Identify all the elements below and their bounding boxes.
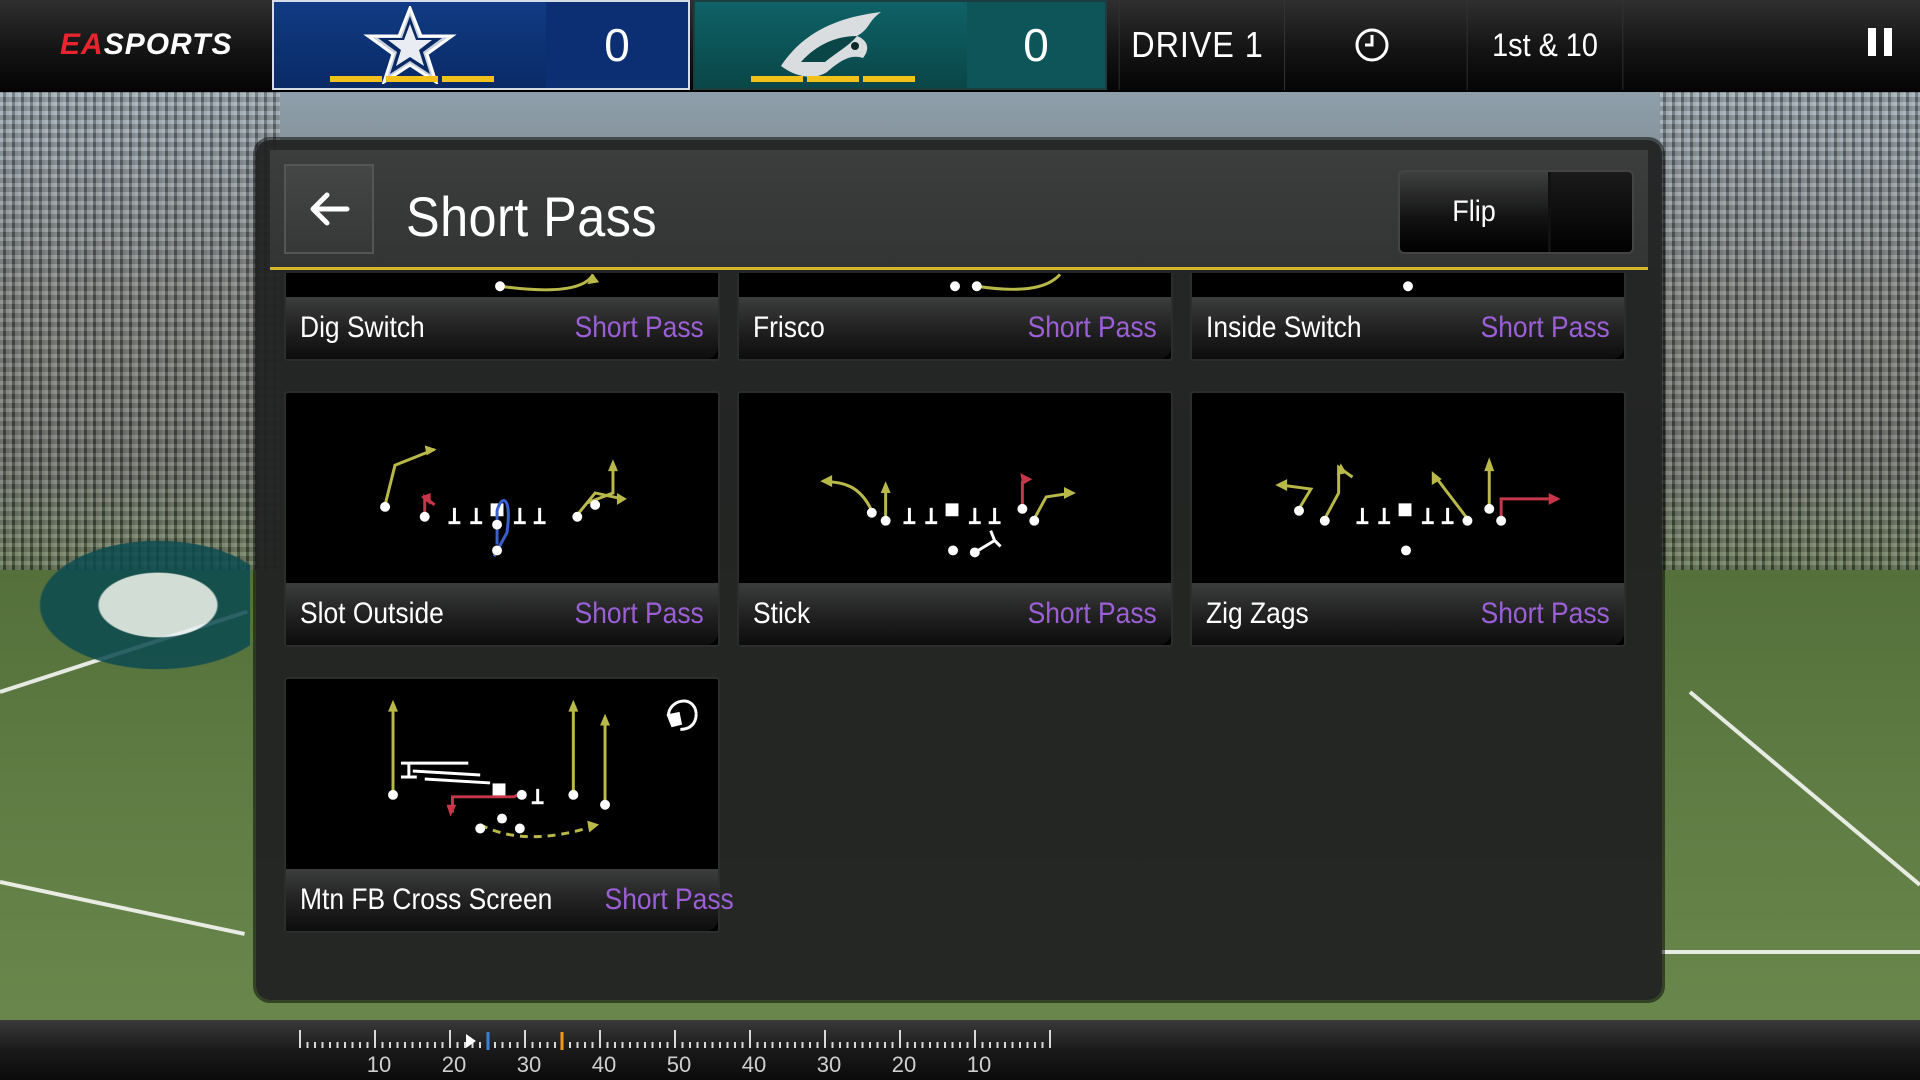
yard-marker-label: 10 xyxy=(367,1052,391,1077)
plays-grid: Dig Switch Short Pass Frisco Short Pass … xyxy=(270,273,1648,981)
home-team-score: 0 xyxy=(272,0,690,90)
flip-button[interactable]: Flip xyxy=(1398,170,1634,254)
play-card-stick[interactable]: Stick Short Pass xyxy=(737,391,1173,647)
yard-marker-label: 20 xyxy=(892,1052,916,1077)
eagles-head-icon xyxy=(781,12,881,77)
yard-marker-label: 30 xyxy=(817,1052,841,1077)
drive-label: DRIVE 1 xyxy=(1118,0,1276,90)
clock-icon xyxy=(1284,0,1458,90)
crowd-right xyxy=(1660,90,1920,610)
play-type: Short Pass xyxy=(574,311,704,344)
yard-marker-label: 40 xyxy=(742,1052,766,1077)
scoreboard-bar: EASPORTS 0 0 DRIVE 1 1st & 10 xyxy=(0,0,1920,92)
play-diagram xyxy=(1275,457,1561,556)
play-name: Dig Switch xyxy=(300,311,425,344)
play-name: Zig Zags xyxy=(1206,597,1309,630)
ball-position-marker xyxy=(466,1034,476,1048)
play-card-frisco[interactable]: Frisco Short Pass xyxy=(737,273,1173,361)
play-type: Short Pass xyxy=(1027,597,1157,630)
play-diagram xyxy=(820,473,1076,558)
play-name: Inside Switch xyxy=(1206,311,1362,344)
play-diagram xyxy=(388,699,698,839)
play-card-slot-outside[interactable]: Slot Outside Short Pass xyxy=(284,391,720,647)
play-select-panel: Short Pass Flip Dig Switch Short Pass Fr… xyxy=(256,140,1662,1000)
play-type: Short Pass xyxy=(1480,597,1610,630)
play-card-inside-switch[interactable]: Inside Switch Short Pass xyxy=(1190,273,1626,361)
play-diagram xyxy=(380,445,627,558)
yard-marker-label: 40 xyxy=(592,1052,616,1077)
away-timeouts xyxy=(751,76,915,82)
panel-header: Short Pass Flip xyxy=(270,150,1648,270)
yard-marker-label: 30 xyxy=(517,1052,541,1077)
play-type: Short Pass xyxy=(574,597,704,630)
away-score: 0 xyxy=(967,2,1105,88)
play-name: Frisco xyxy=(753,311,825,344)
home-score: 0 xyxy=(546,2,688,88)
yard-ruler: 10 20 30 40 50 40 30 20 10 xyxy=(299,1030,1051,1077)
ea-sports-logo: EASPORTS xyxy=(60,28,233,61)
yard-marker-label: 20 xyxy=(442,1052,466,1077)
headset-icon xyxy=(666,699,698,731)
back-button[interactable] xyxy=(284,164,374,254)
flip-label: Flip xyxy=(1452,195,1496,228)
play-type: Short Pass xyxy=(1480,311,1610,344)
yard-marker-label: 50 xyxy=(667,1052,691,1077)
flip-toggle[interactable] xyxy=(1548,172,1632,252)
eagles-field-logo xyxy=(20,530,250,680)
yard-marker-label: 10 xyxy=(967,1052,991,1077)
play-name: Stick xyxy=(753,597,811,630)
play-type: Short Pass xyxy=(604,883,734,916)
home-timeouts xyxy=(330,76,494,82)
play-type: Short Pass xyxy=(1027,311,1157,344)
play-name: Mtn FB Cross Screen xyxy=(300,883,553,916)
play-card-zig-zags[interactable]: Zig Zags Short Pass xyxy=(1190,391,1626,647)
pause-icon[interactable] xyxy=(1862,28,1898,62)
arrow-left-icon xyxy=(310,192,350,226)
page-title: Short Pass xyxy=(406,185,658,248)
away-team-score: 0 xyxy=(693,0,1107,90)
cowboys-star-icon xyxy=(363,6,457,84)
down-and-distance: 1st & 10 xyxy=(1466,0,1624,90)
field-position-bar: 10 20 30 40 50 40 30 20 10 xyxy=(0,1020,1920,1080)
play-card-dig-switch[interactable]: Dig Switch Short Pass xyxy=(284,273,720,361)
play-card-mtn-fb-cross-screen[interactable]: Mtn FB Cross Screen Short Pass xyxy=(284,677,733,933)
play-name: Slot Outside xyxy=(300,597,444,630)
